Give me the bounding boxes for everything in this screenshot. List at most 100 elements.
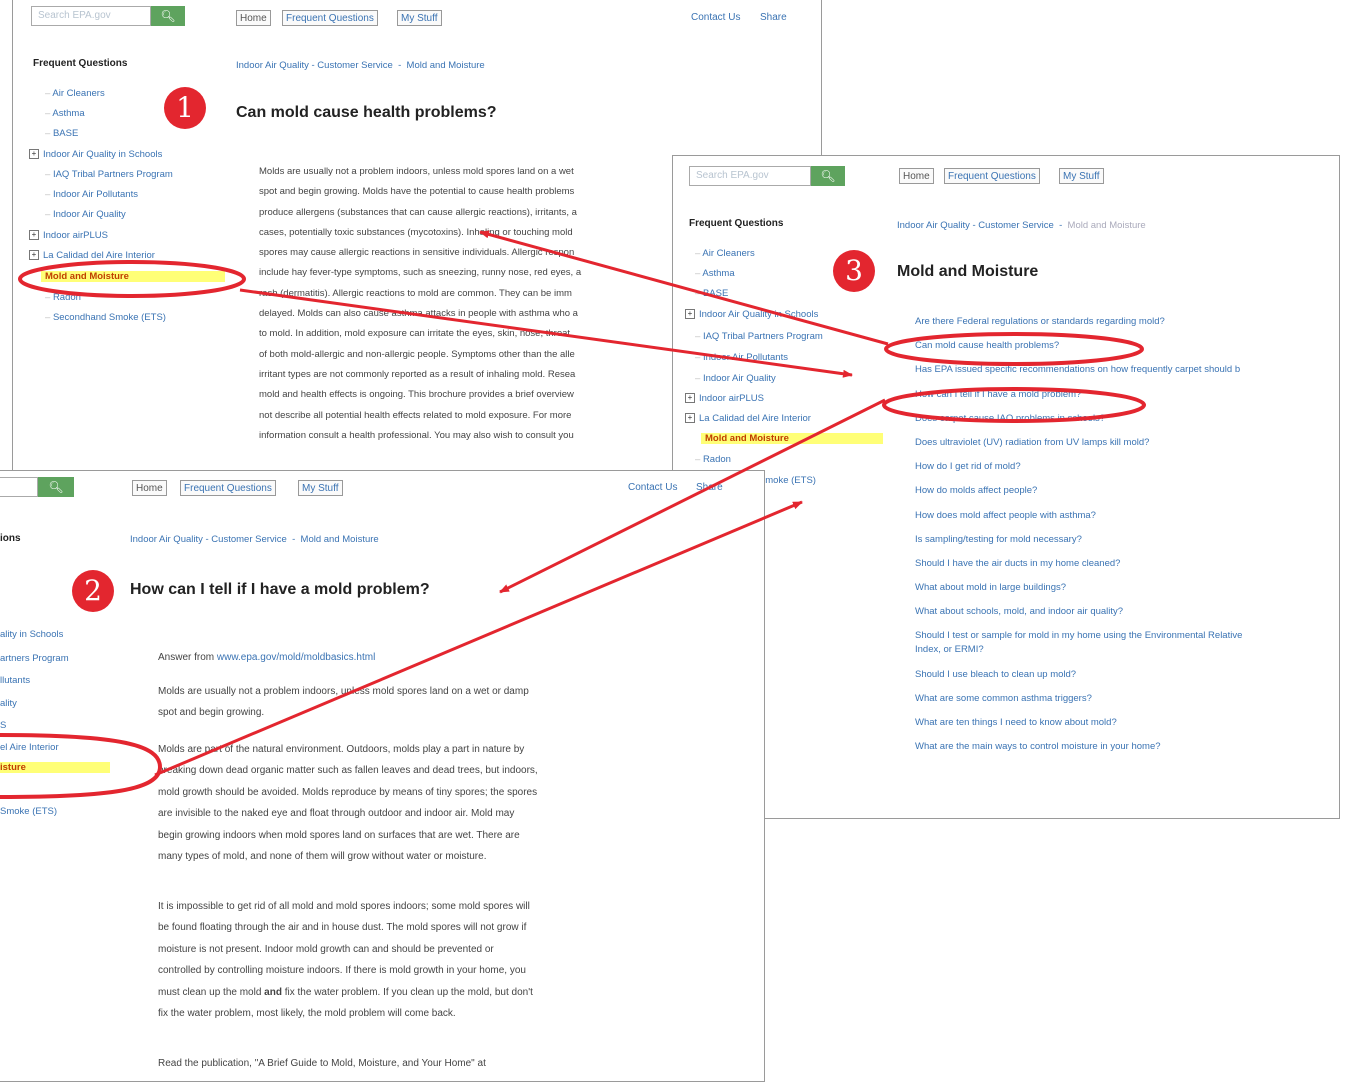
answer-paragraph: Molds are part of the natural environmen… <box>158 739 538 867</box>
search-input[interactable]: Search EPA.gov <box>31 6 151 26</box>
text-line: begin growing indoors when mold spores l… <box>158 829 520 841</box>
sidebar-item-tribal[interactable]: artners Program <box>0 653 69 664</box>
sidebar-item-calidad[interactable]: + La Calidad del Aire Interior <box>685 413 811 424</box>
breadcrumb: Indoor Air Quality - Customer Service - … <box>897 220 1146 231</box>
sidebar-item-airplus[interactable]: + Indoor airPLUS <box>29 230 108 241</box>
sidebar-item-base[interactable]: – BASE <box>45 128 78 139</box>
text-line: not describe all potential health effect… <box>259 409 572 421</box>
question-link[interactable]: How do I get rid of mold? <box>915 455 1242 479</box>
tab-my-stuff[interactable]: My Stuff <box>1059 168 1104 184</box>
question-link[interactable]: What about schools, mold, and indoor air… <box>915 600 1242 624</box>
breadcrumb: Indoor Air Quality - Customer Service - … <box>130 534 379 545</box>
question-link[interactable]: What are some common asthma triggers? <box>915 687 1242 711</box>
tab-home[interactable]: Home <box>132 480 167 496</box>
sidebar-item-airplus[interactable]: S <box>0 720 6 731</box>
search-button[interactable]: 🔍︎ <box>38 477 74 497</box>
text-line: cases, potentially toxic substances (myc… <box>259 226 573 238</box>
question-link[interactable]: Should I use bleach to clean up mold? <box>915 663 1242 687</box>
tab-my-stuff[interactable]: My Stuff <box>298 480 343 496</box>
question-link[interactable]: What are the main ways to control moistu… <box>915 735 1242 759</box>
sidebar-item-radon[interactable]: – Radon <box>45 292 81 303</box>
tab-home[interactable]: Home <box>236 10 271 26</box>
search-icon: 🔍︎ <box>48 480 64 494</box>
sidebar-item-secondhand-smoke[interactable]: Smoke (ETS) <box>0 806 57 817</box>
question-link[interactable]: How does mold affect people with asthma? <box>915 504 1242 528</box>
question-link[interactable]: Are there Federal regulations or standar… <box>915 310 1242 334</box>
contact-us-link[interactable]: Contact Us <box>628 482 677 493</box>
sidebar-item-air-cleaners[interactable]: – Air Cleaners <box>695 248 755 259</box>
search-input[interactable]: Search EPA.gov <box>689 166 811 186</box>
sidebar-item-secondhand-smoke[interactable]: – Secondhand Smoke (ETS) <box>45 312 166 323</box>
sidebar-item-iaq[interactable]: ality <box>0 698 17 709</box>
question-link[interactable]: Should I test or sample for mold in my h… <box>915 629 1242 643</box>
sidebar-item-iaq-schools[interactable]: + Indoor Air Quality in Schools <box>29 149 162 160</box>
sidebar-item-mold-moisture[interactable]: Mold and Moisture <box>701 433 883 444</box>
search-button[interactable]: 🔍︎ <box>151 6 185 26</box>
breadcrumb-link[interactable]: Mold and Moisture <box>301 534 379 545</box>
question-link[interactable]: Does ultraviolet (UV) radiation from UV … <box>915 431 1242 455</box>
sidebar-item-iaq-schools[interactable]: ality in Schools <box>0 629 63 640</box>
text-line: are invisible to the naked eye and float… <box>158 808 515 820</box>
tab-my-stuff[interactable]: My Stuff <box>397 10 442 26</box>
sidebar-item-pollutants[interactable]: llutants <box>0 675 30 686</box>
sidebar-item-mold-moisture[interactable]: Mold and Moisture <box>41 271 225 282</box>
text-line: must clean up the mold and fix the water… <box>158 986 533 998</box>
expand-icon[interactable]: + <box>29 250 39 261</box>
expand-icon[interactable]: + <box>685 393 695 404</box>
question-link[interactable]: Should I have the air ducts in my home c… <box>915 552 1242 576</box>
sidebar-item-pollutants[interactable]: – Indoor Air Pollutants <box>695 352 788 363</box>
search-input[interactable] <box>0 477 38 497</box>
text-line: Molds are usually not a problem indoors,… <box>158 686 529 697</box>
question-link[interactable]: What about mold in large buildings? <box>915 576 1242 600</box>
sidebar-item-asthma[interactable]: – Asthma <box>695 268 735 279</box>
breadcrumb-link[interactable]: Indoor Air Quality - Customer Service <box>130 534 287 545</box>
breadcrumb-link[interactable]: Mold and Moisture <box>407 60 485 71</box>
expand-icon[interactable]: + <box>685 413 695 424</box>
contact-us-link[interactable]: Contact Us <box>691 12 740 23</box>
question-link[interactable]: Is sampling/testing for mold necessary? <box>915 528 1242 552</box>
question-link[interactable]: What are ten things I need to know about… <box>915 711 1242 735</box>
sidebar-item-airplus[interactable]: + Indoor airPLUS <box>685 393 764 404</box>
breadcrumb-current: Mold and Moisture <box>1067 220 1146 231</box>
question-link[interactable]: How can I tell if I have a mold problem? <box>915 383 1242 407</box>
sidebar-item-asthma[interactable]: – Asthma <box>45 108 85 119</box>
question-link[interactable]: Index, or ERMI? <box>915 643 1242 657</box>
expand-icon[interactable]: + <box>685 309 695 320</box>
sidebar-item-base[interactable]: – BASE <box>695 288 728 299</box>
question-link[interactable]: How do molds affect people? <box>915 479 1242 503</box>
question-link[interactable]: Can mold cause health problems? <box>915 334 1242 358</box>
share-link[interactable]: Share <box>696 482 723 493</box>
tab-frequent-questions[interactable]: Frequent Questions <box>180 480 276 496</box>
sidebar-item-tribal[interactable]: – IAQ Tribal Partners Program <box>45 169 173 180</box>
question-link[interactable]: Does carpet cause IAQ problems in school… <box>915 407 1242 431</box>
sidebar-item-calidad[interactable]: + La Calidad del Aire Interior <box>29 250 155 261</box>
sidebar-item-iaq[interactable]: – Indoor Air Quality <box>45 209 126 220</box>
breadcrumb-link[interactable]: Indoor Air Quality - Customer Service <box>897 220 1054 231</box>
text-line: rash (dermatitis). Allergic reactions to… <box>259 287 572 299</box>
tab-home[interactable]: Home <box>899 168 934 184</box>
sidebar-item-calidad[interactable]: el Aire Interior <box>0 742 59 753</box>
expand-icon[interactable]: + <box>29 149 39 160</box>
text-line: breaking down dead organic matter such a… <box>158 765 538 777</box>
question-link[interactable]: Has EPA issued specific recommendations … <box>915 358 1242 382</box>
tab-frequent-questions[interactable]: Frequent Questions <box>282 10 378 26</box>
sidebar-item-tribal[interactable]: – IAQ Tribal Partners Program <box>695 331 823 342</box>
screenshot-panel-mold-and-moisture-faq: Search EPA.gov 🔍︎ Home Frequent Question… <box>672 155 1340 819</box>
tab-frequent-questions[interactable]: Frequent Questions <box>944 168 1040 184</box>
sidebar-item-iaq[interactable]: – Indoor Air Quality <box>695 373 776 384</box>
text-line: fix the water problem, most likely, the … <box>158 1008 456 1020</box>
search-button[interactable]: 🔍︎ <box>811 166 845 186</box>
page-title: Can mold cause health problems? <box>236 104 497 121</box>
expand-icon[interactable]: + <box>29 230 39 241</box>
sidebar-item-iaq-schools[interactable]: + Indoor Air Quality in Schools <box>685 309 818 320</box>
share-link[interactable]: Share <box>760 12 787 23</box>
text-line: moisture is not present. Indoor mold gro… <box>158 943 494 955</box>
sidebar-title: Frequent Questions <box>33 58 128 69</box>
sidebar-item-radon[interactable]: – Radon <box>695 454 731 465</box>
sidebar-item-pollutants[interactable]: – Indoor Air Pollutants <box>45 189 138 200</box>
breadcrumb-link[interactable]: Indoor Air Quality - Customer Service <box>236 60 393 71</box>
sidebar-item-mold-moisture[interactable]: isture <box>0 762 110 773</box>
sidebar-item-air-cleaners[interactable]: – Air Cleaners <box>45 88 105 99</box>
text-line: spores may cause allergic reactions in s… <box>259 247 575 259</box>
answer-source-link[interactable]: www.epa.gov/mold/moldbasics.html <box>217 652 375 663</box>
